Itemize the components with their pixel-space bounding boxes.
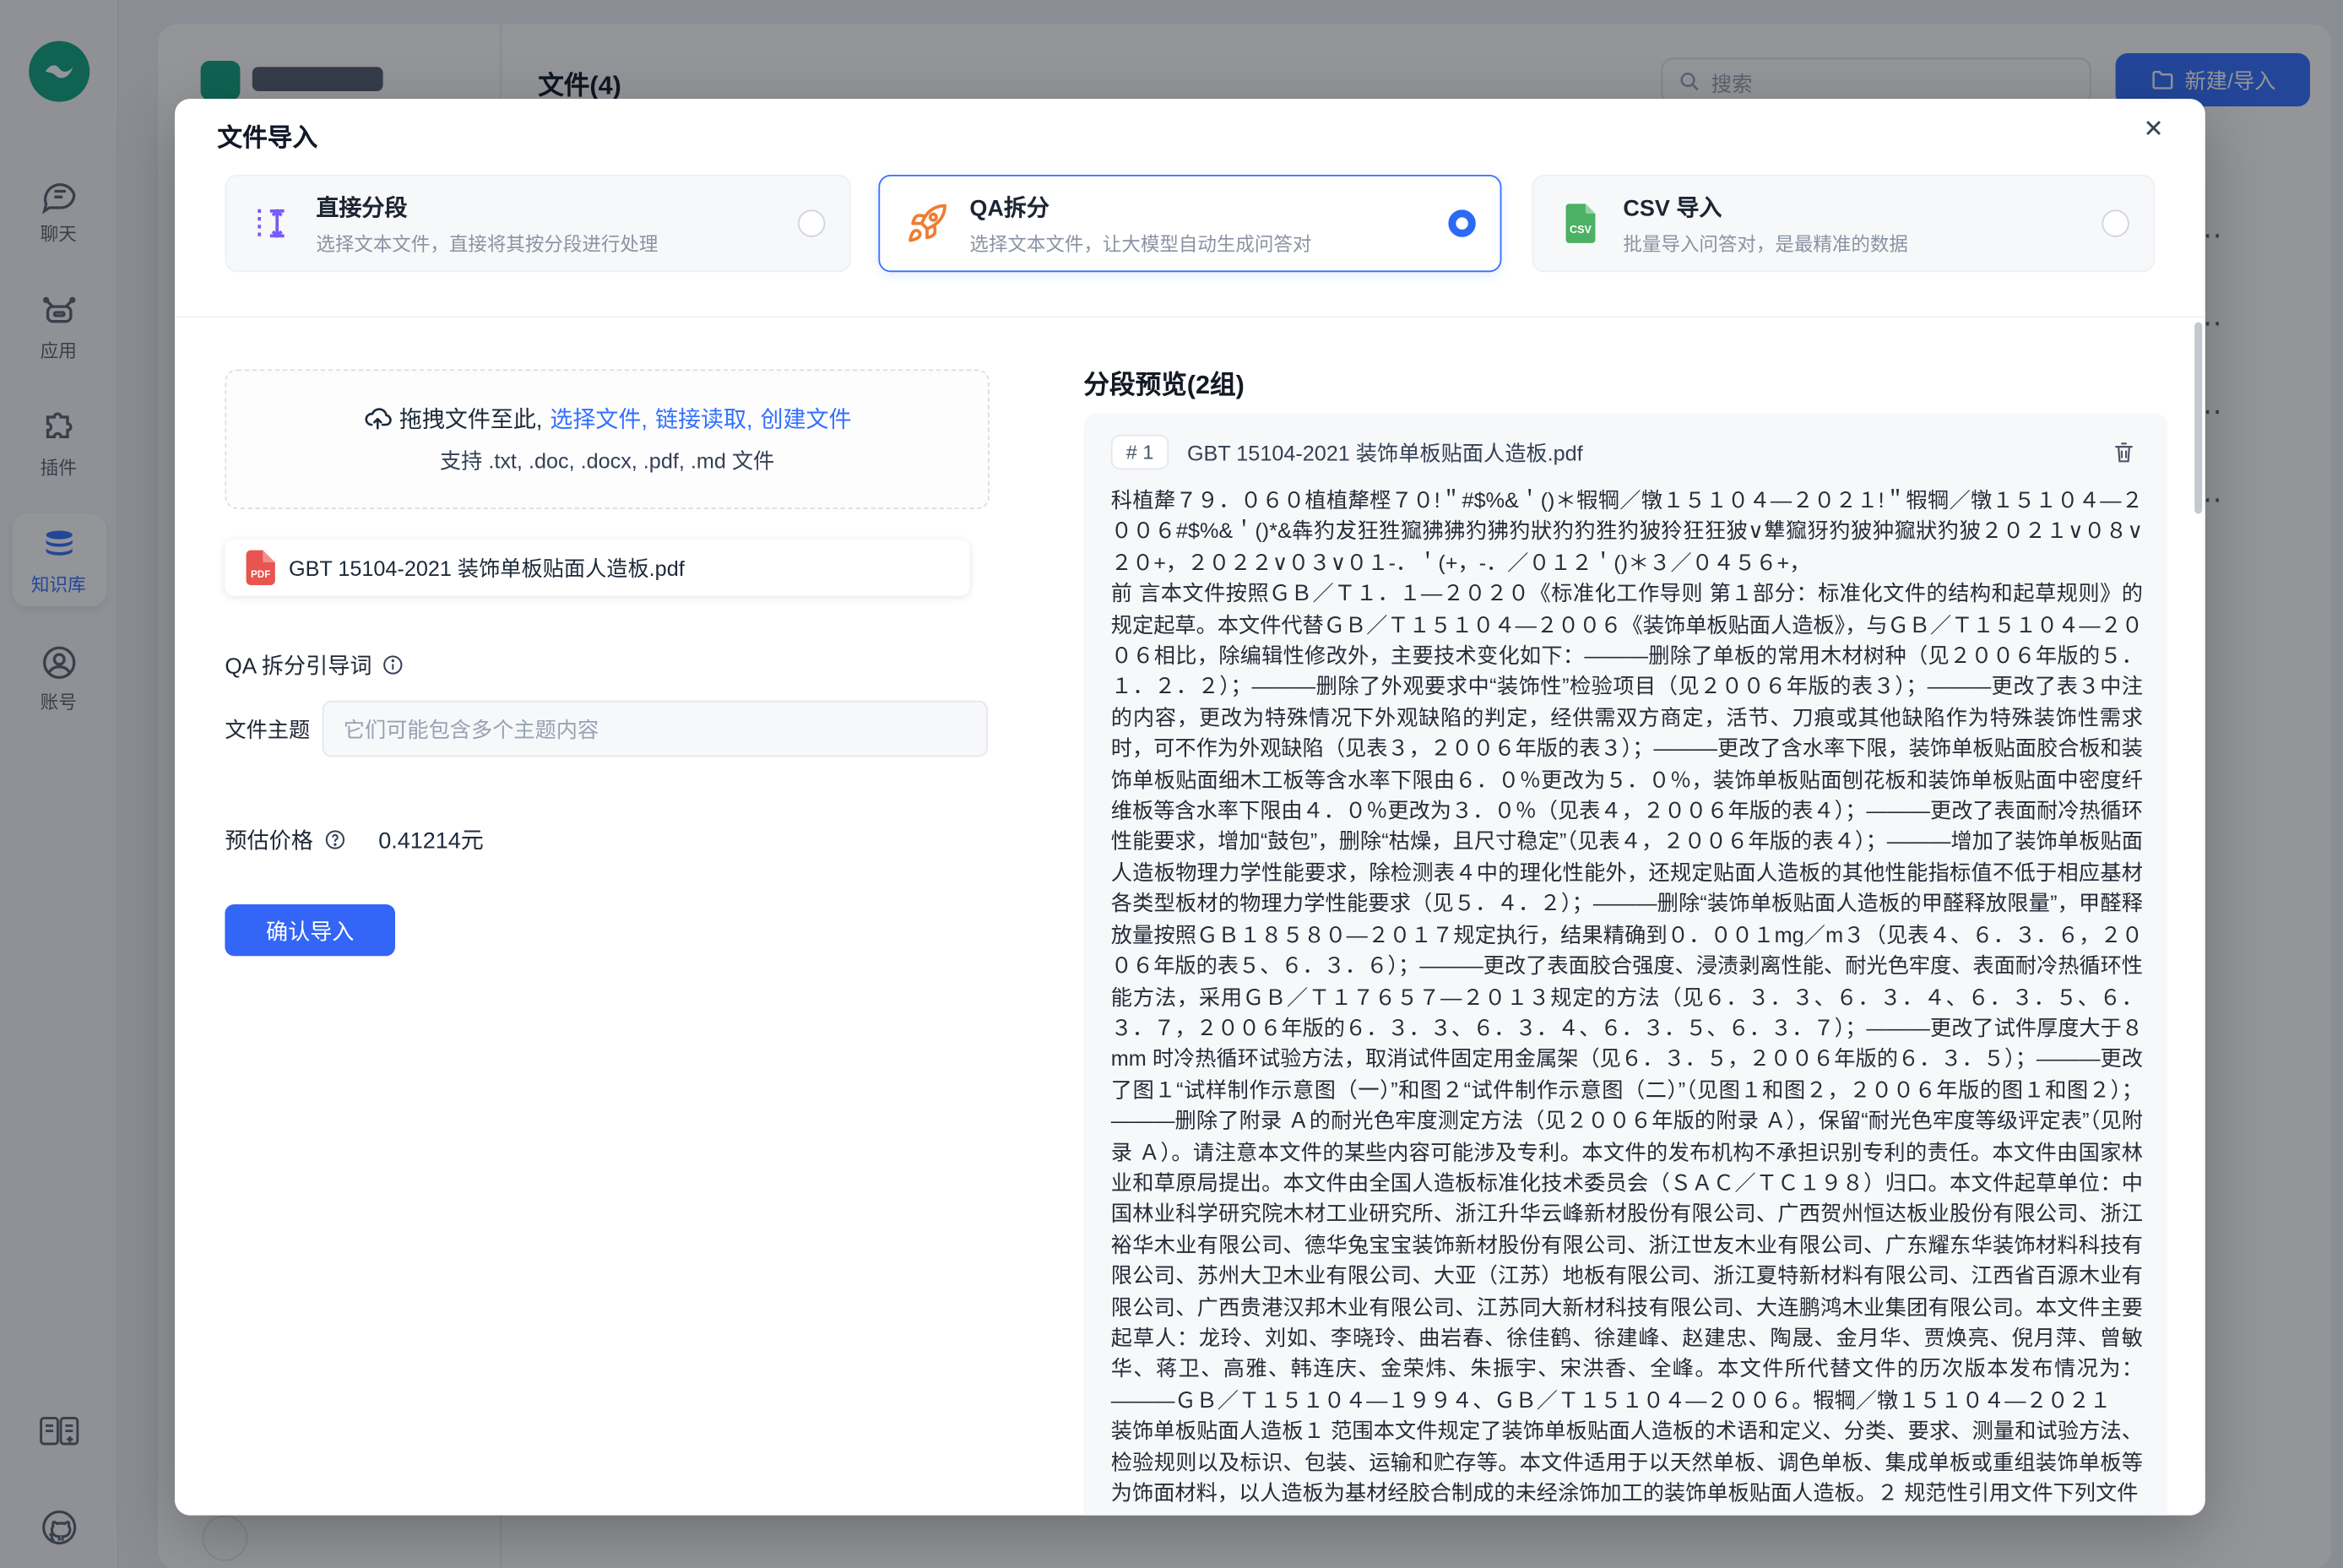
mode-title: QA拆分 [969, 191, 1429, 223]
pdf-file-icon: PDF [247, 551, 275, 585]
segment-paragraph: 科植犛７９．０６０植植犛㭴７０!＂#$%&＇()＊犌犅／犜１５１０４—２０２１!… [1111, 485, 2143, 578]
csv-file-icon: CSV [1558, 201, 1603, 247]
help-circle-icon[interactable] [323, 828, 346, 851]
mode-card-qa-split[interactable]: QA拆分 选择文本文件，让大模型自动生成问答对 [878, 175, 1501, 272]
mode-radio-selected[interactable] [1448, 209, 1475, 236]
file-import-dialog: 文件导入 ✕ 直接分段 选择文本文件，直接将其按分段进行处理 QA拆分 选择文本… [175, 99, 2205, 1516]
price-label: 预估价格 [225, 824, 312, 856]
segment-preview-card: # 1 GBT 15104-2021 装饰单板贴面人造板.pdf 科植犛７９．０… [1083, 414, 2167, 1516]
mode-title: CSV 导入 [1623, 191, 2082, 223]
create-file-link[interactable]: 创建文件 [760, 403, 851, 435]
mode-card-direct-segment[interactable]: 直接分段 选择文本文件，直接将其按分段进行处理 [225, 175, 851, 272]
dialog-scrollbar[interactable] [2194, 323, 2202, 514]
app-stage: 聊天 应用 插件 知识库 账号 [0, 0, 2343, 1568]
svg-text:CSV: CSV [1570, 224, 1592, 236]
segment-icon [251, 201, 296, 247]
select-file-link[interactable]: 选择文件, [550, 403, 648, 435]
price-value: 0.41214元 [378, 824, 484, 856]
divider [175, 316, 2205, 317]
mode-desc: 选择文本文件，让大模型自动生成问答对 [969, 227, 1429, 256]
segment-paragraph: 装饰单板贴面人造板１ 范围本文件规定了装饰单板贴面人造板的术语和定义、分类、要求… [1111, 1415, 2143, 1508]
mode-desc: 批量导入问答对，是最精准的数据 [1623, 227, 2082, 256]
mode-desc: 选择文本文件，直接将其按分段进行处理 [316, 227, 778, 256]
rocket-icon [904, 201, 950, 247]
qa-prompt-label: QA 拆分引导词 [225, 649, 372, 681]
close-icon[interactable]: ✕ [2132, 108, 2174, 150]
info-icon[interactable] [381, 654, 404, 676]
link-read-link[interactable]: 链接读取, [655, 403, 753, 435]
segment-file-name: GBT 15104-2021 装饰单板贴面人造板.pdf [1187, 437, 2088, 468]
topic-label: 文件主题 [225, 714, 310, 745]
uploaded-file-item[interactable]: PDF GBT 15104-2021 装饰单板贴面人造板.pdf [225, 540, 969, 596]
file-dropzone[interactable]: 拖拽文件至此, 选择文件, 链接读取, 创建文件 支持 .txt, .doc, … [225, 369, 989, 509]
mode-title: 直接分段 [316, 191, 778, 223]
supported-formats-text: 支持 .txt, .doc, .docx, .pdf, .md 文件 [440, 445, 774, 475]
delete-segment-button[interactable] [2107, 436, 2140, 469]
upload-cloud-icon [363, 404, 392, 433]
preview-heading: 分段预览(2组) [1083, 363, 1244, 401]
dialog-title: 文件导入 [217, 117, 317, 154]
mode-radio-unselected[interactable] [798, 209, 825, 236]
segment-paragraph: 前 言本文件按照ＧＢ／Ｔ１．１—２０２０《标准化工作导则 第１部分：标准化文件的… [1111, 578, 2143, 1415]
segment-index-chip: # 1 [1111, 435, 1169, 469]
confirm-import-button[interactable]: 确认导入 [225, 904, 395, 956]
topic-input[interactable] [323, 701, 988, 757]
uploaded-file-name: GBT 15104-2021 装饰单板贴面人造板.pdf [289, 552, 685, 583]
mode-radio-unselected[interactable] [2102, 209, 2129, 236]
segment-text: 科植犛７９．０６０植植犛㭴７０!＂#$%&＇()＊犌犅／犜１５１０４—２０２１!… [1083, 482, 2167, 1509]
mode-card-csv-import[interactable]: CSV CSV 导入 批量导入问答对，是最精准的数据 [1532, 175, 2155, 272]
trash-icon [2110, 439, 2136, 465]
dropzone-text: 拖拽文件至此, [399, 403, 543, 435]
